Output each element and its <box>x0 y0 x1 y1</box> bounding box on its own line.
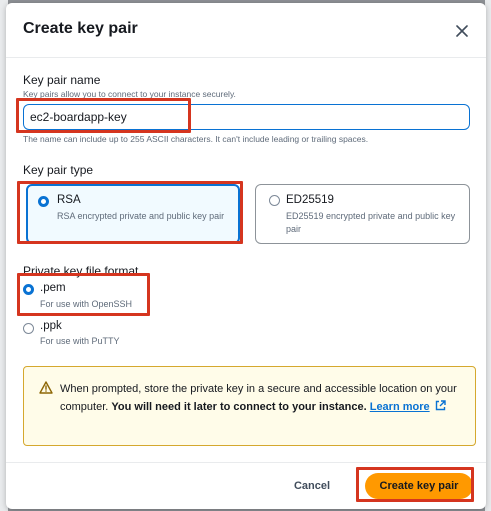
ed25519-description: ED25519 encrypted private and public key… <box>286 211 456 234</box>
alert-bold-text: You will need it later to connect to you… <box>111 401 367 413</box>
learn-more-link[interactable]: Learn more <box>370 401 430 413</box>
pem-description: For use with OpenSSH <box>40 299 133 309</box>
key-pair-type-label: Key pair type <box>23 163 94 177</box>
ed25519-title: ED25519 <box>286 194 334 206</box>
close-icon <box>456 25 468 37</box>
close-button[interactable] <box>451 20 473 42</box>
warning-icon <box>39 381 53 394</box>
rsa-radio[interactable] <box>38 196 49 207</box>
pem-radio[interactable] <box>23 284 34 295</box>
header-divider <box>6 57 486 58</box>
ppk-radio[interactable] <box>23 323 34 334</box>
create-key-pair-modal: Create key pair Key pair name Key pairs … <box>6 3 486 509</box>
modal-title: Create key pair <box>23 20 138 37</box>
cancel-button[interactable]: Cancel <box>282 475 342 497</box>
ppk-title[interactable]: .ppk <box>40 320 62 332</box>
ed25519-radio[interactable] <box>269 195 280 206</box>
modal-header: Create key pair <box>6 3 486 57</box>
create-key-pair-button[interactable]: Create key pair <box>365 473 473 499</box>
key-type-option-rsa[interactable]: RSA RSA encrypted private and public key… <box>26 184 240 244</box>
warning-alert: When prompted, store the private key in … <box>23 366 476 446</box>
footer-divider <box>6 462 486 463</box>
file-format-label: Private key file format <box>23 264 139 278</box>
ppk-description: For use with PuTTY <box>40 336 120 346</box>
external-link-icon[interactable] <box>435 400 446 411</box>
key-pair-name-label: Key pair name <box>23 73 101 87</box>
alert-message: When prompted, store the private key in … <box>60 380 468 416</box>
key-pair-name-input[interactable] <box>23 104 470 130</box>
key-pair-name-constraint: The name can include up to 255 ASCII cha… <box>23 134 369 144</box>
key-type-option-ed25519[interactable]: ED25519 ED25519 encrypted private and pu… <box>255 184 470 244</box>
pem-title[interactable]: .pem <box>40 282 66 294</box>
rsa-title: RSA <box>57 194 81 206</box>
learn-more-label: Learn more <box>369 401 430 413</box>
key-pair-name-description: Key pairs allow you to connect to your i… <box>23 89 236 99</box>
rsa-description: RSA encrypted private and public key pai… <box>57 211 225 221</box>
